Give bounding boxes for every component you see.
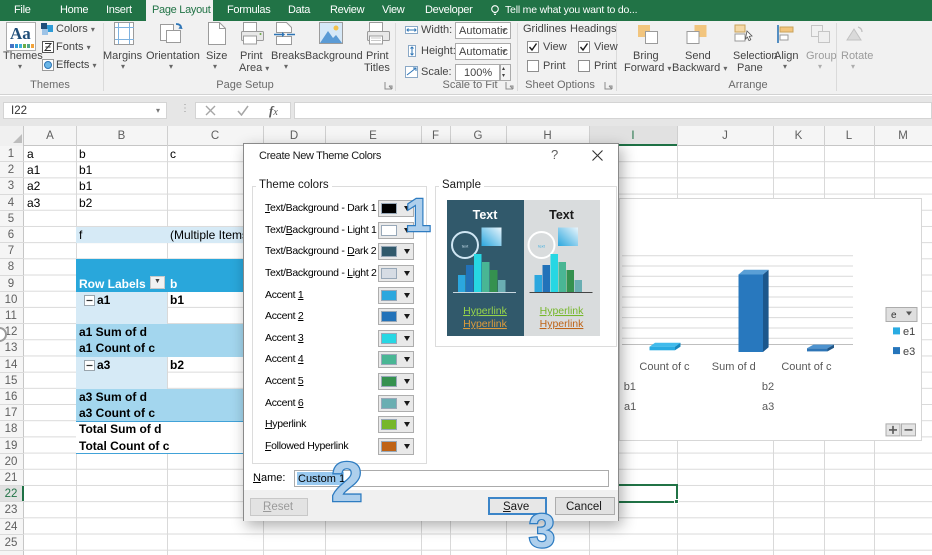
svg-text:2: 2 bbox=[331, 450, 362, 510]
svg-text:Text: Text bbox=[473, 208, 499, 222]
svg-text:Hyperlink: Hyperlink bbox=[540, 318, 585, 330]
svg-text:1: 1 bbox=[405, 189, 431, 240]
svg-text:text: text bbox=[538, 244, 545, 249]
svg-text:a1: a1 bbox=[624, 401, 636, 413]
svg-text:b2: b2 bbox=[762, 381, 774, 393]
svg-text:e3: e3 bbox=[903, 346, 915, 358]
svg-text:Sum of d: Sum of d bbox=[712, 361, 756, 373]
svg-text:Hyperlink: Hyperlink bbox=[540, 305, 585, 317]
svg-text:e1: e1 bbox=[903, 326, 915, 338]
svg-text:Hyperlink: Hyperlink bbox=[463, 318, 508, 330]
svg-text:text: text bbox=[462, 244, 469, 249]
svg-text:Count of c: Count of c bbox=[639, 361, 690, 373]
svg-text:Text: Text bbox=[549, 208, 575, 222]
svg-text:e: e bbox=[891, 310, 897, 321]
svg-text:b1: b1 bbox=[624, 381, 636, 393]
svg-text:Count of c: Count of c bbox=[781, 361, 832, 373]
svg-text:Hyperlink: Hyperlink bbox=[463, 305, 508, 317]
svg-text:a3: a3 bbox=[762, 401, 774, 413]
svg-text:3: 3 bbox=[529, 504, 555, 554]
